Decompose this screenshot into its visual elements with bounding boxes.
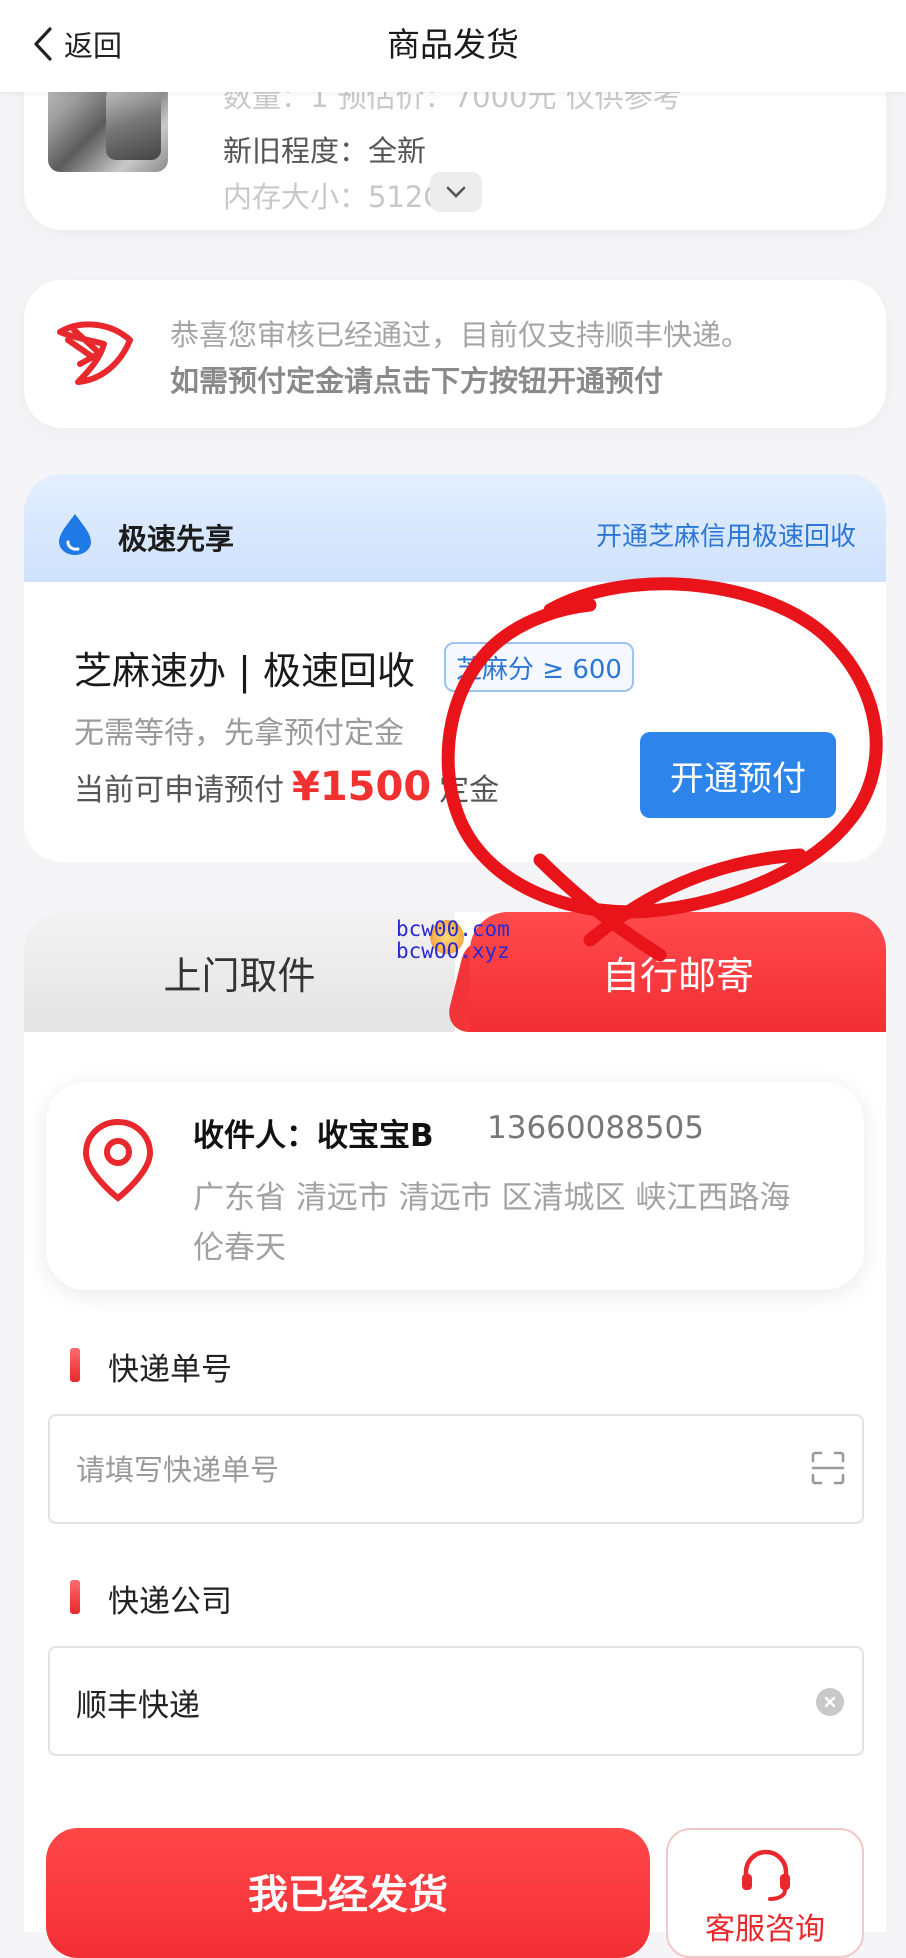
expand-details-button[interactable] xyxy=(430,172,482,212)
notice-line-2: 如需预付定金请点击下方按钮开通预付 xyxy=(170,364,664,398)
prepay-suffix: 定金 xyxy=(439,773,500,808)
notice-line-1: 恭喜您审核已经通过，目前仅支持顺丰快递。 xyxy=(170,318,751,352)
water-drop-icon xyxy=(59,514,91,555)
tab-self-mail[interactable]: 自行邮寄 xyxy=(470,912,886,1032)
scan-icon[interactable] xyxy=(810,1450,846,1486)
clear-icon[interactable] xyxy=(816,1688,844,1716)
sf-express-logo-icon xyxy=(57,321,133,385)
zhima-score-badge: 芝麻分 ≥ 600 xyxy=(444,642,634,692)
open-prepay-button[interactable]: 开通预付 xyxy=(640,732,836,818)
watermark-line-1: bcw00.com xyxy=(396,917,510,941)
tracking-label: 快递单号 xyxy=(108,1352,232,1388)
express-header-title: 极速先享 xyxy=(118,522,235,556)
prepay-amount: ¥1500 xyxy=(292,764,432,810)
watermark-line-2: bcwOO.xyz xyxy=(396,939,510,963)
shipped-submit-button[interactable]: 我已经发货 xyxy=(46,1828,650,1958)
address-line-2: 伦春天 xyxy=(193,1230,286,1266)
customer-service-button[interactable]: 客服咨询 xyxy=(666,1828,864,1958)
customer-service-label: 客服咨询 xyxy=(705,1912,825,1947)
recipient-phone: 13660088505 xyxy=(487,1110,704,1146)
product-condition: 新旧程度：全新 xyxy=(223,134,427,168)
watermark-text: bcw00.com bcwOO.xyz xyxy=(396,918,510,962)
zhima-subtitle: 无需等待，先拿预付定金 xyxy=(74,716,404,751)
headset-icon xyxy=(742,1849,790,1901)
courier-input[interactable] xyxy=(74,1648,758,1756)
chevron-down-icon xyxy=(446,186,466,198)
prepay-amount-line: 当前可申请预付 ¥1500 定金 xyxy=(74,764,499,810)
recipient-name: 收件人：收宝宝B xyxy=(193,1118,434,1154)
address-line-1: 广东省 清远市 清远市 区清城区 峡江西路海 xyxy=(193,1180,791,1216)
zhima-title: 芝麻速办 | 极速回收 xyxy=(74,649,415,693)
location-pin-icon xyxy=(82,1118,154,1202)
courier-label-marker xyxy=(70,1580,80,1614)
nav-header: 返回 商品发货 xyxy=(0,0,906,92)
page-title: 商品发货 xyxy=(387,25,519,64)
courier-field xyxy=(48,1646,864,1756)
courier-label: 快递公司 xyxy=(108,1584,232,1620)
tracking-label-marker xyxy=(70,1348,80,1382)
zhima-credit-link[interactable]: 开通芝麻信用极速回收 xyxy=(596,516,856,553)
tracking-number-input[interactable] xyxy=(74,1416,758,1524)
tracking-field xyxy=(48,1414,864,1524)
approval-notice-card xyxy=(24,280,886,428)
tab-door-pickup[interactable]: 上门取件 xyxy=(24,912,455,1032)
prepay-prefix: 当前可申请预付 xyxy=(74,773,284,808)
